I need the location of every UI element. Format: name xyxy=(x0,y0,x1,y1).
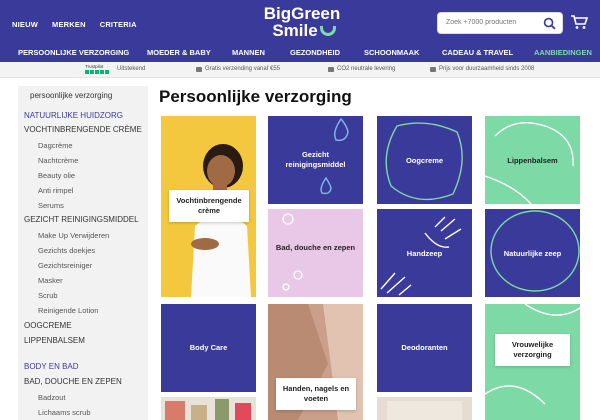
sidebar-item-vochtinbrengende-creme[interactable]: VOCHTINBRENGENDE CRÈME xyxy=(24,125,142,134)
nav-item-cleaning[interactable]: SCHOONMAAK xyxy=(364,48,419,57)
nav-item-mother-baby[interactable]: MOEDER & BABY xyxy=(147,48,211,57)
sidebar-item-oogcreme[interactable]: OOGCREME xyxy=(24,321,72,330)
category-tile-lippenbalsem[interactable]: Lippenbalsem xyxy=(485,116,580,204)
category-tile-bad-douche-zepen[interactable]: Bad, douche en zepen xyxy=(268,209,363,297)
sidebar-item-bad-douche-zepen[interactable]: BAD, DOUCHE EN ZEPEN xyxy=(24,377,122,386)
sidebar-item-reinigende-lotion[interactable]: Reinigende Lotion xyxy=(38,306,98,315)
sidebar-item-lichaams-scrub[interactable]: Lichaams scrub xyxy=(38,408,91,417)
tile-label: Oogcreme xyxy=(405,156,444,165)
category-tile-vochtinbrengende-creme[interactable]: Vochtinbrengende crème xyxy=(161,116,256,297)
usp-rating-label: Uitstekend xyxy=(117,66,146,72)
nav-item-gift-travel[interactable]: CADEAU & TRAVEL xyxy=(442,48,513,57)
category-tile-deodoranten[interactable]: Deodoranten xyxy=(377,304,472,392)
sidebar-item-gezichtsreiniger[interactable]: Gezichtsreiniger xyxy=(38,261,92,270)
trustpilot-widget[interactable]: Trustpilot xyxy=(85,64,109,74)
category-tile-body-care[interactable]: Body Care xyxy=(161,304,256,392)
usp-rating: Uitstekend xyxy=(117,66,145,72)
category-tile-partial-bottom-2[interactable] xyxy=(377,397,472,420)
tile-label: Deodoranten xyxy=(401,343,448,352)
tile-label: Bad, douche en zepen xyxy=(275,243,356,252)
tile-label: Vochtinbrengende crème xyxy=(169,190,249,222)
header: NIEUW MERKEN CRITERIA BigGreen Smile PER… xyxy=(0,0,600,62)
top-link-new[interactable]: NIEUW xyxy=(12,20,38,29)
cart-icon[interactable] xyxy=(570,14,588,30)
tile-label: Vrouwelijke verzorging xyxy=(495,334,570,366)
usp-co2-label: CO2 neutrale levering xyxy=(337,66,396,72)
sidebar-item-body-en-bad[interactable]: BODY EN BAD xyxy=(24,362,79,371)
trophy-icon xyxy=(430,66,436,72)
top-link-criteria[interactable]: CRITERIA xyxy=(100,20,137,29)
sidebar-item-masker[interactable]: Masker xyxy=(38,276,63,285)
category-tile-natuurlijke-zeep[interactable]: Natuurlijke zeep xyxy=(485,209,580,297)
usp-bar: Trustpilot Uitstekend Gratis verzending … xyxy=(0,62,600,78)
usp-shipping: Gratis verzending vanaf €55 xyxy=(196,66,280,72)
sidebar-item-gezichts-doekjes[interactable]: Gezichts doekjes xyxy=(38,246,95,255)
tile-label: Handen, nagels en voeten xyxy=(276,378,356,410)
tile-label: Gezicht reinigingsmiddel xyxy=(285,150,346,169)
tile-label: Natuurlijke zeep xyxy=(503,249,562,258)
category-tile-vrouwelijke-verzorging[interactable]: Vrouwelijke verzorging xyxy=(485,304,580,420)
sidebar-item-serums[interactable]: Serums xyxy=(38,201,64,210)
category-sidebar: persoonlijke verzorging NATUURLIJKE HUID… xyxy=(18,86,148,420)
nav-item-personal-care[interactable]: PERSOONLIJKE VERZORGING xyxy=(18,48,129,57)
truck-icon xyxy=(196,66,202,72)
logo[interactable]: BigGreen Smile xyxy=(262,5,342,39)
sidebar-item-scrub[interactable]: Scrub xyxy=(38,291,58,300)
usp-co2: CO2 neutrale levering xyxy=(328,66,395,72)
nav-item-offers[interactable]: AANBIEDINGEN xyxy=(534,48,592,57)
sidebar-item-natuurlijke-huidzorg[interactable]: NATUURLIJKE HUIDZORG xyxy=(24,111,123,120)
category-tile-handzeep[interactable]: Handzeep xyxy=(377,209,472,297)
products-photo xyxy=(387,401,462,420)
nav-item-health[interactable]: GEZONDHEID xyxy=(290,48,340,57)
category-tile-handen-nagels-voeten[interactable]: Handen, nagels en voeten xyxy=(268,304,363,420)
top-link-brands[interactable]: MERKEN xyxy=(52,20,86,29)
sidebar-item-beauty-olie[interactable]: Beauty olie xyxy=(38,171,75,180)
tile-label: Lippenbalsem xyxy=(507,156,558,165)
products-photo xyxy=(165,399,251,420)
sidebar-item-lippenbalsem[interactable]: LIPPENBALSEM xyxy=(24,336,85,345)
category-tile-oogcreme[interactable]: Oogcreme xyxy=(377,116,472,204)
page-title: Persoonlijke verzorging xyxy=(159,87,352,106)
usp-award: Prijs voor duurzaamheid sinds 2008 xyxy=(430,66,534,72)
sidebar-item-dagcreme[interactable]: Dagcrème xyxy=(38,141,73,150)
bubbles-decoration xyxy=(282,213,303,291)
main-nav: PERSOONLIJKE VERZORGING MOEDER & BABY MA… xyxy=(0,44,600,62)
co2-icon xyxy=(328,66,334,72)
category-tile-gezicht-reinigingsmiddel[interactable]: Gezicht reinigingsmiddel xyxy=(268,116,363,204)
sidebar-item-anti-rimpel[interactable]: Anti rimpel xyxy=(38,186,73,195)
search-input[interactable] xyxy=(446,19,536,26)
sidebar-item-make-up-verwijderen[interactable]: Make Up Verwijderen xyxy=(38,231,109,240)
nav-item-men[interactable]: MANNEN xyxy=(232,48,265,57)
logo-line1: BigGreen xyxy=(263,4,341,23)
tile-label: Handzeep xyxy=(406,249,443,258)
search-box xyxy=(437,12,563,34)
trustpilot-name: Trustpilot xyxy=(85,64,104,69)
sidebar-item-badzout[interactable]: Badzout xyxy=(38,393,66,402)
category-tile-partial-bottom[interactable] xyxy=(161,397,256,420)
sidebar-item-nachtcreme[interactable]: Nachtcrème xyxy=(38,156,78,165)
tile-label: Body Care xyxy=(189,343,228,352)
sidebar-item-gezicht-reinigingsmiddel[interactable]: GEZICHT REINIGINGSMIDDEL xyxy=(24,215,139,224)
trustpilot-stars xyxy=(85,70,109,74)
usp-shipping-label: Gratis verzending vanaf €55 xyxy=(205,66,281,72)
usp-award-label: Prijs voor duurzaamheid sinds 2008 xyxy=(439,66,535,72)
search-icon[interactable] xyxy=(543,17,556,30)
sidebar-item-persoonlijke-verzorging[interactable]: persoonlijke verzorging xyxy=(30,91,112,100)
top-links: NIEUW MERKEN CRITERIA xyxy=(12,20,137,29)
